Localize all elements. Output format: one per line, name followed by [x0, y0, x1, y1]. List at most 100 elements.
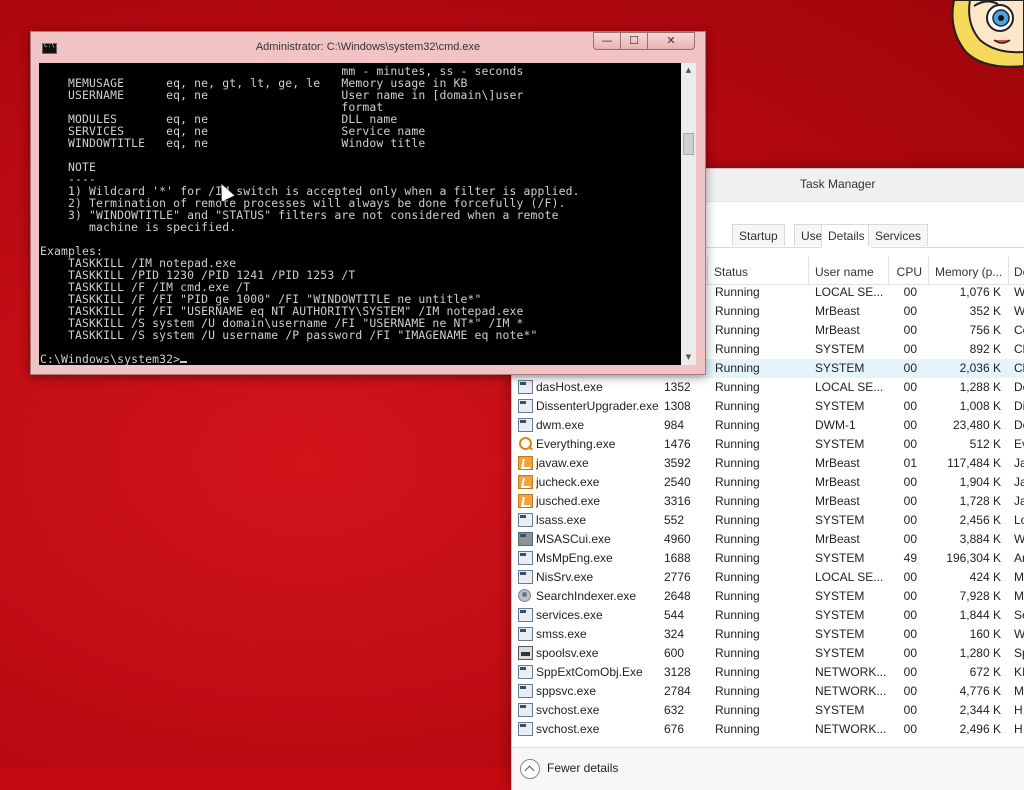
process-name: javaw.exe [536, 456, 589, 470]
process-pid: 544 [664, 608, 685, 622]
tab-startup[interactable]: Startup [732, 224, 785, 246]
process-description: W [1014, 285, 1024, 299]
process-pid: 4960 [664, 532, 691, 546]
chevron-up-icon[interactable] [520, 759, 540, 779]
column-status-header[interactable]: Status [708, 257, 809, 284]
process-description: M [1014, 684, 1024, 698]
close-button[interactable]: ✕ [647, 32, 695, 50]
table-row[interactable]: SearchIndexer.exe 2648 Running SYSTEM 00 7,92… [512, 587, 1024, 606]
minimize-button[interactable]: — [593, 32, 621, 50]
table-row[interactable]: svchost.exe 632 Running SYSTEM 00 2,344 K H [512, 701, 1024, 720]
table-row[interactable]: javaw.exe 3592 Running MrBeast 01 117,484 K Ja [512, 454, 1024, 473]
column-username-header[interactable]: User name [809, 257, 889, 284]
table-row[interactable]: MsMpEng.exe 1688 Running SYSTEM 49 196,304 K A… [512, 549, 1024, 568]
process-pid: 676 [664, 722, 685, 736]
process-user: LOCAL SE... [815, 570, 884, 584]
process-description: De [1014, 418, 1024, 432]
process-user: SYSTEM [815, 437, 865, 451]
process-memory: 672 K [969, 665, 1001, 679]
process-pid: 324 [664, 627, 685, 641]
process-cpu: 00 [903, 399, 917, 413]
table-row[interactable]: lsass.exe 552 Running SYSTEM 00 2,456 K Lo [512, 511, 1024, 530]
scroll-down-arrow-icon[interactable]: ▼ [681, 350, 696, 365]
process-name: MsMpEng.exe [536, 551, 613, 565]
console-scrollbar[interactable]: ▲ ▼ [681, 63, 696, 365]
window-icon [518, 399, 533, 413]
process-user: NETWORK... [815, 665, 887, 679]
process-user: SYSTEM [815, 627, 865, 641]
table-row[interactable]: services.exe 544 Running SYSTEM 00 1,844 K Se [512, 606, 1024, 625]
table-row[interactable]: DissenterUpgrader.exe 1308 Running SYSTEM 00… [512, 397, 1024, 416]
process-cpu: 00 [903, 570, 917, 584]
process-user: SYSTEM [815, 361, 865, 375]
process-user: MrBeast [815, 532, 860, 546]
process-status: Running [715, 399, 760, 413]
java-icon [518, 456, 533, 470]
window-icon [518, 551, 533, 565]
table-row[interactable]: NisSrv.exe 2776 Running LOCAL SE... 00 424 K M [512, 568, 1024, 587]
table-row[interactable]: svchost.exe 676 Running NETWORK... 00 2,496 K… [512, 720, 1024, 739]
table-row[interactable]: jusched.exe 3316 Running MrBeast 00 1,728 K Ja [512, 492, 1024, 511]
user-icon [518, 589, 531, 602]
process-name: spoolsv.exe [536, 646, 599, 660]
process-name: jusched.exe [536, 494, 601, 508]
process-memory: 756 K [969, 323, 1001, 337]
process-user: SYSTEM [815, 513, 865, 527]
process-user: SYSTEM [815, 589, 865, 603]
java-icon [518, 475, 533, 489]
process-description: M [1014, 570, 1024, 584]
table-row[interactable]: SppExtComObj.Exe 3128 Running NETWORK... 00 6… [512, 663, 1024, 682]
tab-services[interactable]: Services [868, 224, 929, 246]
process-status: Running [715, 722, 760, 736]
cmd-titlebar[interactable]: Administrator: C:\Windows\system32\cmd.e… [31, 32, 705, 64]
console-output-area[interactable]: mm - minutes, ss - seconds MEMUSAGE eq, … [39, 63, 681, 365]
process-memory: 23,480 K [952, 418, 1001, 432]
process-memory: 7,928 K [959, 589, 1001, 603]
scroll-up-arrow-icon[interactable]: ▲ [681, 63, 696, 78]
console-line: WINDOWTITLE eq, ne Window title [68, 136, 426, 150]
command-prompt-window: Administrator: C:\Windows\system32\cmd.e… [30, 31, 706, 375]
process-description: W [1014, 627, 1024, 641]
process-cpu: 00 [903, 342, 917, 356]
window-icon [518, 722, 533, 736]
process-user: MrBeast [815, 475, 860, 489]
process-name: svchost.exe [536, 722, 600, 736]
table-row[interactable]: dasHost.exe 1352 Running LOCAL SE... 00 1,288… [512, 378, 1024, 397]
process-user: SYSTEM [815, 342, 865, 356]
process-user: SYSTEM [815, 608, 865, 622]
process-status: Running [715, 608, 760, 622]
process-cpu: 00 [903, 627, 917, 641]
fewer-details-link[interactable]: Fewer details [547, 761, 618, 775]
tab-details[interactable]: Details [821, 224, 872, 248]
process-memory: 2,456 K [959, 513, 1001, 527]
console-line: machine is specified. [89, 220, 237, 234]
table-row[interactable]: MSASCui.exe 4960 Running MrBeast 00 3,884 K W [512, 530, 1024, 549]
table-row[interactable]: sppsvc.exe 2784 Running NETWORK... 00 4,776 K… [512, 682, 1024, 701]
table-row[interactable]: smss.exe 324 Running SYSTEM 00 160 K W [512, 625, 1024, 644]
scroll-thumb[interactable] [683, 133, 694, 155]
process-status: Running [715, 494, 760, 508]
process-description: Co [1014, 323, 1024, 337]
text-cursor [180, 361, 188, 363]
process-user: SYSTEM [815, 703, 865, 717]
process-pid: 1308 [664, 399, 691, 413]
maximize-button[interactable]: ☐ [620, 32, 648, 50]
process-memory: 1,008 K [959, 399, 1001, 413]
window-icon [518, 665, 533, 679]
shield-icon [518, 532, 533, 546]
window-icon [518, 513, 533, 527]
process-cpu: 00 [903, 722, 917, 736]
table-row[interactable]: dwm.exe 984 Running DWM-1 00 23,480 K De [512, 416, 1024, 435]
table-row[interactable]: spoolsv.exe 600 Running SYSTEM 00 1,280 K Sp [512, 644, 1024, 663]
process-memory: 4,776 K [959, 684, 1001, 698]
column-memory-header[interactable]: Memory (p... [929, 257, 1009, 284]
process-name: SearchIndexer.exe [536, 589, 637, 603]
column-cpu-header[interactable]: CPU [889, 257, 929, 284]
process-pid: 1352 [664, 380, 691, 394]
process-status: Running [715, 589, 760, 603]
table-row[interactable]: jucheck.exe 2540 Running MrBeast 00 1,904 K Ja [512, 473, 1024, 492]
column-description-header[interactable]: De [1009, 257, 1024, 284]
cartoon-mascot-image [944, 0, 1024, 78]
window-icon [518, 418, 533, 432]
table-row[interactable]: Everything.exe 1476 Running SYSTEM 00 512 K Ev [512, 435, 1024, 454]
